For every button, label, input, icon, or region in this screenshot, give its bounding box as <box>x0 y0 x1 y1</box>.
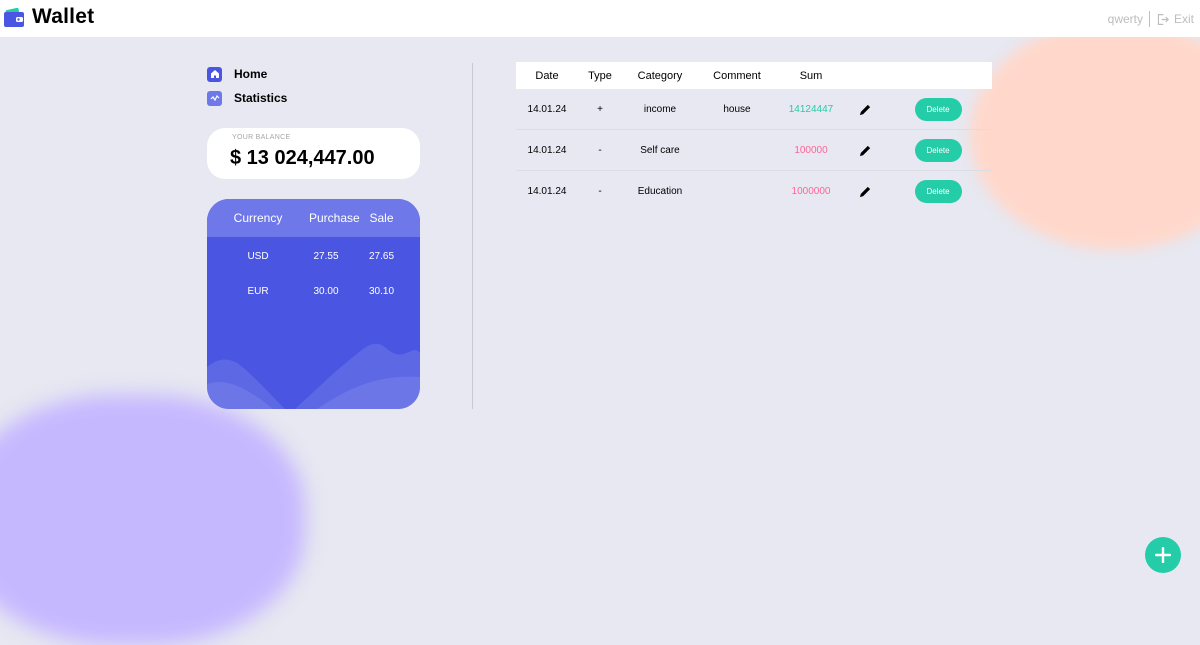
row-category: Self care <box>640 144 680 156</box>
currency-table: Currency Purchase Sale USD 27.55 27.65 E… <box>207 199 420 409</box>
decorative-blob-purple <box>0 395 305 645</box>
sidebar-nav: Home Statistics <box>207 62 422 110</box>
home-icon <box>207 66 222 82</box>
username: qwerty <box>1107 12 1143 26</box>
currency-purchase: 30.00 <box>313 286 339 297</box>
exit-button[interactable]: Exit <box>1174 12 1194 26</box>
edit-icon[interactable] <box>859 103 872 116</box>
statistics-icon <box>207 90 222 106</box>
header-comment: Comment <box>713 69 761 82</box>
balance-label: YOUR BALANCE <box>232 134 291 141</box>
currency-purchase: 27.55 <box>313 251 339 262</box>
row-type: + <box>597 103 603 115</box>
row-type: - <box>598 185 602 197</box>
currency-code: EUR <box>247 286 269 297</box>
balance-card: YOUR BALANCE $ 13 024,447.00 <box>207 128 420 179</box>
row-date: 14.01.24 <box>527 103 567 115</box>
delete-button[interactable]: Delete <box>914 179 962 203</box>
transactions-table-header: Date Type Category Comment Sum <box>516 62 992 89</box>
wallet-logo-icon <box>4 8 24 27</box>
header-category: Category <box>637 69 683 82</box>
row-sum: 100000 <box>794 144 828 156</box>
vertical-divider <box>472 63 473 409</box>
row-sum: 14124447 <box>788 103 834 115</box>
header-date: Date <box>535 69 559 82</box>
nav-item-statistics[interactable]: Statistics <box>207 86 422 110</box>
currency-sale: 30.10 <box>368 286 395 297</box>
app-title: Wallet <box>32 5 95 28</box>
row-date: 14.01.24 <box>527 144 567 156</box>
nav-item-home[interactable]: Home <box>207 62 422 86</box>
row-comment: house <box>723 103 751 115</box>
delete-button[interactable]: Delete <box>914 97 962 121</box>
user-area: qwerty Exit <box>1108 11 1194 27</box>
decorative-blob-peach <box>970 20 1200 250</box>
edit-icon[interactable] <box>859 144 872 157</box>
transactions-table: Date Type Category Comment Sum 14.01.24 … <box>516 62 992 211</box>
header-separator <box>1148 11 1150 27</box>
header-sum: Sum <box>799 69 823 82</box>
currency-header-purchase: Purchase <box>309 211 360 225</box>
currency-waves-decoration <box>207 343 420 409</box>
table-row: 14.01.24 - Self care 100000 Delete <box>516 130 992 171</box>
currency-header-sale: Sale <box>369 211 394 225</box>
top-header: Wallet qwerty Exit <box>0 0 1200 37</box>
balance-value: $ 13 024,447.00 <box>230 147 375 169</box>
currency-code: USD <box>247 251 269 262</box>
currency-table-header: Currency Purchase Sale <box>207 199 420 237</box>
currency-header-currency: Currency <box>233 211 283 225</box>
nav-label-home: Home <box>234 67 268 81</box>
plus-icon <box>1155 547 1171 563</box>
exit-icon[interactable] <box>1156 13 1169 26</box>
row-category: income <box>643 103 677 115</box>
table-row: 14.01.24 - Education 1000000 Delete <box>516 171 992 211</box>
edit-icon[interactable] <box>859 185 872 198</box>
currency-row: EUR 30.00 30.10 <box>207 274 420 309</box>
delete-button[interactable]: Delete <box>914 138 962 162</box>
table-row: 14.01.24 + income house 14124447 Delete <box>516 89 992 130</box>
add-transaction-button[interactable] <box>1145 537 1181 573</box>
row-type: - <box>598 144 602 156</box>
header-type: Type <box>588 69 612 82</box>
nav-label-statistics: Statistics <box>234 91 288 105</box>
row-sum: 1000000 <box>791 185 831 197</box>
row-category: Education <box>637 185 683 197</box>
row-date: 14.01.24 <box>527 185 567 197</box>
currency-sale: 27.65 <box>368 251 395 262</box>
currency-row: USD 27.55 27.65 <box>207 239 420 274</box>
